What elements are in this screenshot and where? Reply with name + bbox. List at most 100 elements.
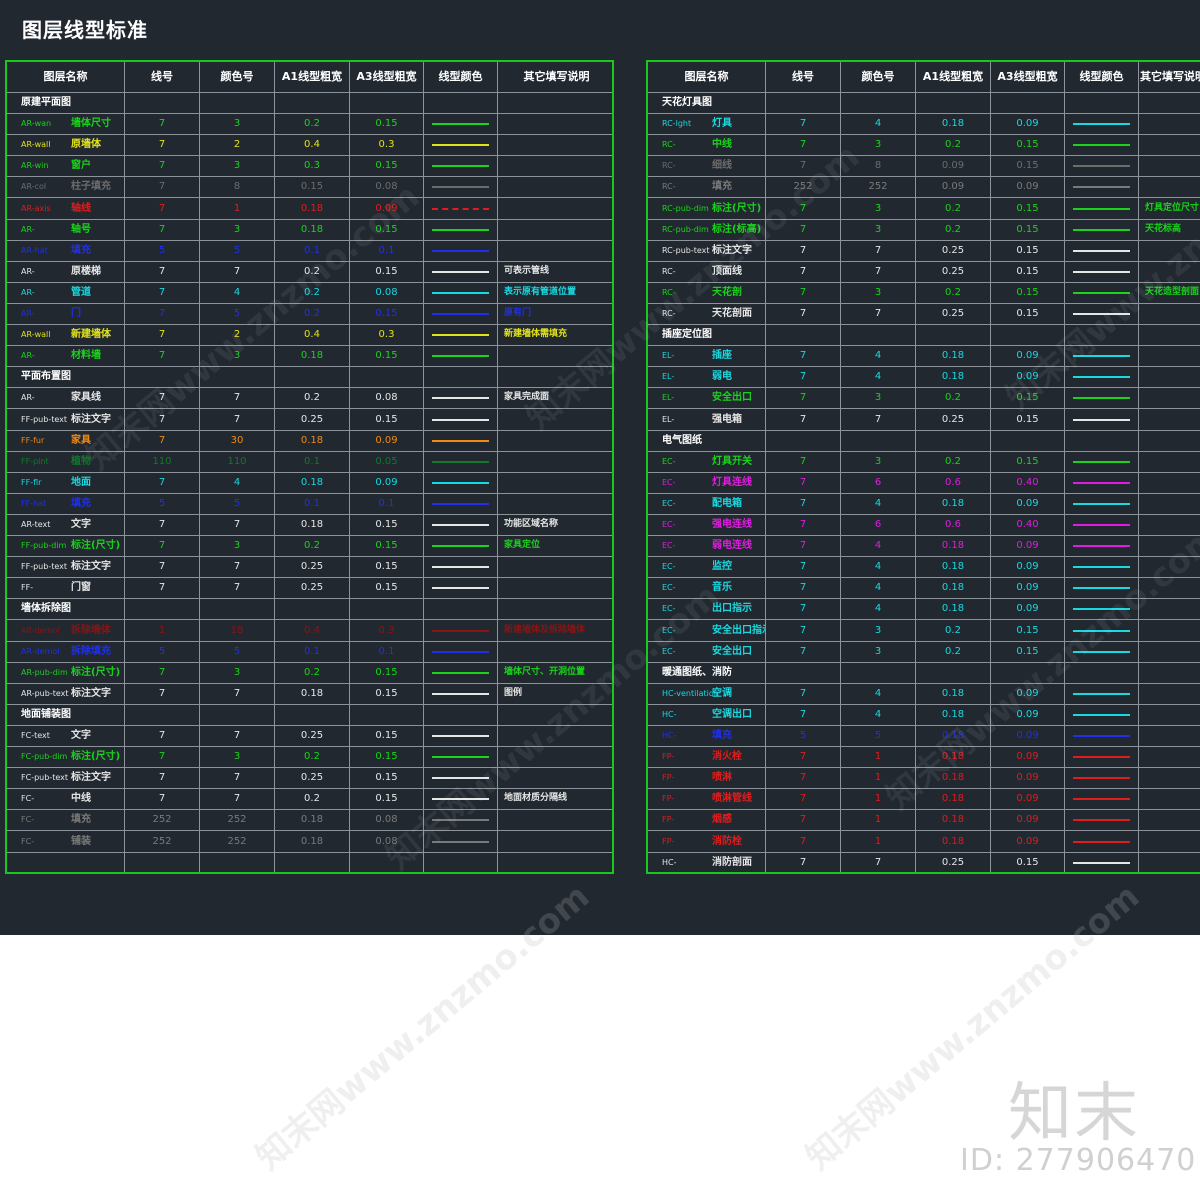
- a3-width-cell: 0.15: [991, 619, 1065, 641]
- table-row: AR-pub-dim 标注(尺寸) 7 3 0.2 0.15 墙体尺寸、开洞位置: [7, 661, 612, 684]
- line-number-cell: 7: [125, 577, 200, 599]
- line-number-cell: 7: [766, 387, 841, 409]
- line-sample-cell: [424, 324, 498, 346]
- note-cell: [498, 155, 612, 176]
- color-number-cell: 6: [841, 471, 916, 493]
- line-number-cell: [125, 703, 200, 725]
- note-cell: [1139, 641, 1200, 662]
- line-number-cell: 110: [125, 450, 200, 472]
- layer-name-cell: AR- 轴号: [7, 218, 125, 240]
- a1-width-cell: 0.2: [916, 218, 991, 240]
- table-header-row: 图层名称 线号 颜色号 A1线型粗宽 A3线型粗宽 线型颜色 其它填写说明: [7, 62, 612, 93]
- note-cell: 功能区域名称: [498, 514, 612, 535]
- table-row: HC-ventilation空调 7 4 0.18 0.09: [648, 682, 1200, 705]
- layer-label: 拆除填充: [71, 645, 111, 657]
- line-sample-cell: [1065, 661, 1139, 683]
- layer-code: EC-: [662, 583, 676, 593]
- a1-width-cell: 0.2: [275, 788, 350, 810]
- a1-width-cell: 0.2: [916, 387, 991, 409]
- layer-name-cell: RC- 细线: [648, 155, 766, 177]
- layer-code: FF-pub-dim: [21, 541, 67, 551]
- a3-width-cell: 0.15: [991, 197, 1065, 219]
- note-cell: [1139, 683, 1200, 704]
- line-number-cell: 7: [766, 640, 841, 662]
- line-sample-cell: [424, 492, 498, 514]
- line-number-cell: 252: [125, 830, 200, 852]
- layer-label: 门窗: [71, 582, 91, 594]
- layer-label: 出口指示: [712, 603, 752, 615]
- layer-name-cell: RC-pub-text 标注文字: [648, 239, 766, 261]
- line-sample-cell: [1065, 176, 1139, 198]
- line-sample-cell: [424, 767, 498, 789]
- line-sample: [432, 397, 489, 400]
- note-cell: [498, 831, 612, 852]
- section-row: 电气图纸: [648, 429, 1200, 452]
- line-number-cell: 7: [125, 556, 200, 578]
- a1-width-cell: 0.18: [916, 556, 991, 578]
- a3-width-cell: 0.09: [991, 746, 1065, 768]
- a1-width-cell: 0.18: [275, 514, 350, 535]
- line-number-cell: [766, 429, 841, 451]
- line-number-cell: 7: [766, 260, 841, 282]
- line-number-cell: 7: [125, 429, 200, 451]
- note-cell: [1139, 598, 1200, 619]
- a1-width-cell: 0.2: [275, 303, 350, 324]
- line-number-cell: 7: [125, 260, 200, 282]
- layer-label: 管道: [71, 286, 91, 298]
- layer-label: 家具: [71, 434, 91, 446]
- note-cell: 灯具定位尺寸: [1139, 198, 1200, 219]
- a3-width-cell: 0.09: [991, 830, 1065, 852]
- color-number-cell: 7: [200, 682, 275, 704]
- layer-code: RC-: [662, 287, 676, 297]
- layer-name-cell: HC-ventilation空调: [648, 682, 766, 704]
- a1-width-cell: 0.18: [916, 345, 991, 367]
- a3-width-cell: 0.1: [350, 239, 424, 261]
- line-number-cell: 7: [766, 134, 841, 156]
- color-number-cell: 1: [200, 197, 275, 219]
- layer-name-cell: FC- 中线: [7, 788, 125, 810]
- a1-width-cell: 0.25: [916, 239, 991, 261]
- layer-label: 标注文字: [71, 772, 111, 784]
- a1-width-cell: 0.18: [916, 113, 991, 135]
- layer-name-cell: RC- 中线: [648, 134, 766, 156]
- line-sample: [432, 671, 489, 674]
- a1-width-cell: 0.25: [916, 408, 991, 430]
- line-sample: [1073, 692, 1130, 695]
- note-cell: [1139, 620, 1200, 641]
- layer-label: 顶面线: [712, 265, 742, 277]
- a1-width-cell: 0.25: [916, 851, 991, 872]
- layer-label: 窗户: [71, 160, 91, 172]
- line-number-cell: 7: [766, 366, 841, 388]
- a1-width-cell: 0.2: [275, 387, 350, 409]
- a1-width-cell: 0.25: [275, 577, 350, 599]
- layer-label: 监控: [712, 561, 732, 573]
- line-number-cell: 7: [766, 471, 841, 493]
- line-sample: [432, 228, 489, 231]
- layer-label: 消防剖面: [712, 856, 752, 868]
- note-cell: [498, 176, 612, 197]
- layer-name-cell: 暖通图纸、消防: [648, 661, 766, 683]
- layer-name-cell: FC- 铺装: [7, 830, 125, 852]
- note-cell: [1139, 430, 1200, 451]
- line-sample: [432, 313, 489, 315]
- a3-width-cell: 0.40: [991, 471, 1065, 493]
- table-row: RC- 填充 252 252 0.09 0.09: [648, 176, 1200, 199]
- line-sample: [432, 502, 489, 505]
- a3-width-cell: 0.15: [991, 851, 1065, 872]
- note-cell: [1139, 556, 1200, 577]
- layer-name-cell: FP- 消防栓: [648, 830, 766, 852]
- a3-width-cell: 0.3: [350, 324, 424, 346]
- a3-width-cell: [350, 366, 424, 388]
- a3-width-cell: 0.09: [991, 725, 1065, 746]
- a1-width-cell: [916, 92, 991, 113]
- layer-name-cell: EL- 安全出口: [648, 387, 766, 409]
- line-sample: [1073, 650, 1130, 653]
- a3-width-cell: 0.15: [991, 387, 1065, 409]
- a1-width-cell: 0.25: [275, 408, 350, 430]
- layer-name-cell: FF-pub-text 标注文字: [7, 556, 125, 578]
- line-number-cell: 7: [125, 387, 200, 409]
- note-cell: [498, 113, 612, 134]
- line-sample: [1073, 123, 1130, 126]
- line-number-cell: 7: [766, 450, 841, 472]
- table-row: FP- 消火栓 7 1 0.18 0.09: [648, 746, 1200, 769]
